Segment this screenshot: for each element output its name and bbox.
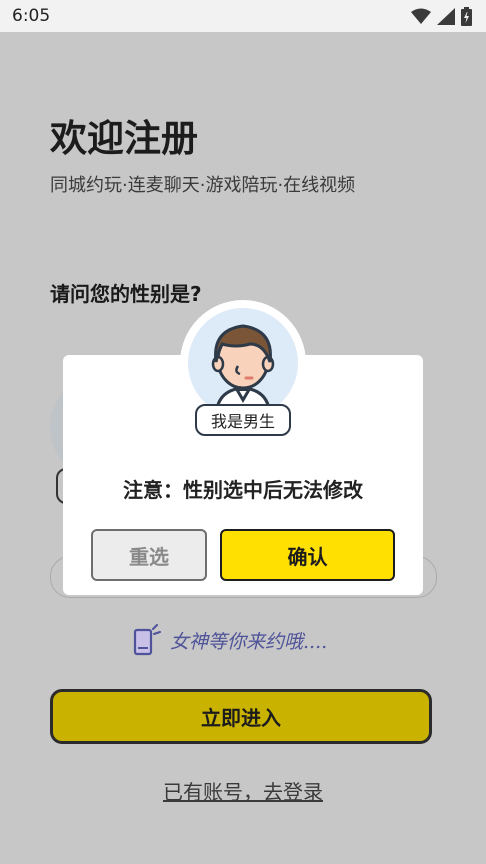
dialog-notice: 注意：性别选中后无法修改: [123, 478, 363, 502]
enter-now-button[interactable]: 立即进入: [50, 689, 432, 744]
page-subtitle: 同城约玩·连麦聊天·游戏陪玩·在线视频: [50, 175, 356, 196]
male-avatar: [188, 308, 298, 418]
hint-text: 女神等你来约哦....: [170, 630, 328, 653]
phone-icon: [133, 624, 161, 656]
battery-icon: [461, 7, 472, 26]
boy-icon: [211, 324, 275, 418]
hint-row: 女神等你来约哦....: [132, 624, 327, 656]
gender-tag-male: 我是男生: [195, 404, 291, 436]
gender-question: 请问您的性别是?: [50, 282, 202, 306]
reset-button[interactable]: 重选: [91, 529, 207, 581]
wifi-icon: [411, 8, 431, 24]
confirm-button[interactable]: 确认: [220, 529, 395, 581]
signal-icon: [437, 8, 455, 25]
login-link[interactable]: 已有账号，去登录: [0, 776, 486, 805]
status-bar: 6:05: [0, 0, 486, 32]
status-time: 6:05: [12, 6, 51, 26]
page-title: 欢迎注册: [50, 117, 198, 160]
status-icons: [411, 7, 472, 26]
